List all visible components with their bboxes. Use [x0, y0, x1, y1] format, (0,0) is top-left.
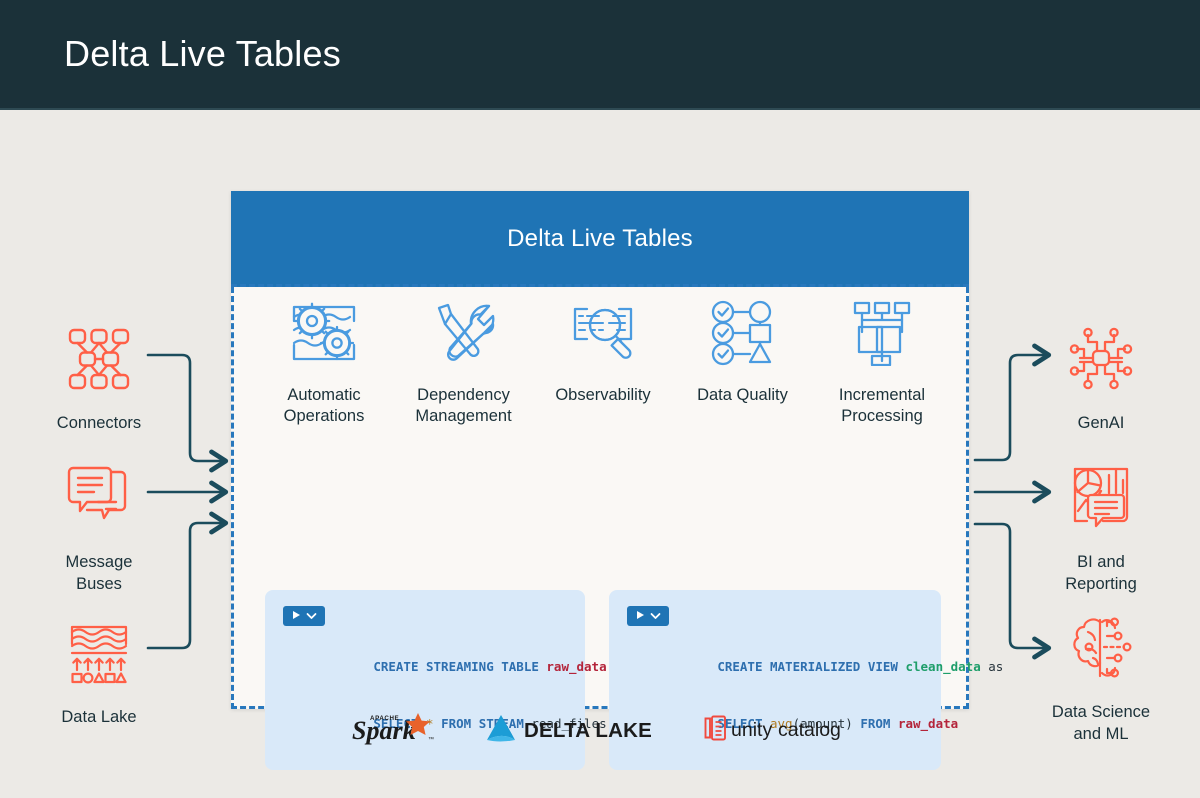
feature-automatic-operations[interactable]: Automatic Operations — [258, 297, 390, 427]
svg-text:catalog: catalog — [778, 719, 841, 741]
screwdriver-wrench-icon — [431, 297, 497, 369]
input-node-data-lake[interactable]: Data Lake — [24, 610, 174, 728]
delta-live-tables-panel: Delta Live Tables — [231, 191, 969, 709]
feature-observability[interactable]: Observability — [537, 297, 669, 427]
feature-row: Automatic Operations Dependency Manageme… — [234, 297, 972, 427]
input-node-connectors[interactable]: Connectors — [24, 316, 174, 434]
run-button-1[interactable] — [283, 606, 325, 626]
data-lake-waves-icon — [65, 610, 133, 696]
play-icon — [292, 607, 301, 625]
output-label-bi-reporting: BI and Reporting — [1065, 551, 1137, 595]
svg-text:™: ™ — [428, 736, 434, 743]
genai-chip-icon — [1066, 316, 1136, 402]
connectors-network-icon — [65, 316, 133, 402]
output-label-data-science-ml: Data Science and ML — [1052, 701, 1150, 745]
page-header: Delta Live Tables — [0, 0, 1200, 110]
apache-spark-logo: Spark APACHE ™ — [352, 711, 438, 745]
diagram-canvas: Delta Live Tables — [0, 0, 1200, 798]
magnifier-log-icon — [569, 297, 637, 369]
chevron-down-icon — [306, 607, 317, 625]
feature-label: Dependency Management — [415, 385, 511, 427]
panel-title: Delta Live Tables — [507, 225, 693, 253]
feature-data-quality[interactable]: Data Quality — [677, 297, 809, 427]
feature-label: Automatic Operations — [284, 385, 365, 427]
gears-waves-icon — [289, 297, 359, 369]
unity-catalog-logo: unity catalog — [702, 713, 854, 743]
input-label-message-buses: Message Buses — [66, 551, 133, 595]
output-label-genai: GenAI — [1078, 412, 1125, 434]
bi-reporting-icon — [1065, 455, 1137, 541]
panel-body: Automatic Operations Dependency Manageme… — [231, 287, 969, 709]
chevron-down-icon — [650, 607, 661, 625]
feature-label: Incremental Processing — [839, 385, 925, 427]
output-node-bi-reporting[interactable]: BI and Reporting — [1026, 455, 1176, 595]
page-title: Delta Live Tables — [64, 33, 341, 75]
play-icon — [636, 607, 645, 625]
panel-header: Delta Live Tables — [231, 191, 969, 287]
svg-text:DELTA LAKE: DELTA LAKE — [524, 719, 652, 742]
feature-incremental-processing[interactable]: Incremental Processing — [816, 297, 948, 427]
feature-dependency-management[interactable]: Dependency Management — [398, 297, 530, 427]
delta-lake-logo: DELTA LAKE — [484, 712, 656, 744]
logo-row: Spark APACHE ™ DELTA LAKE — [234, 711, 972, 745]
input-node-message-buses[interactable]: Message Buses — [24, 455, 174, 595]
run-button-2[interactable] — [627, 606, 669, 626]
output-node-data-science-ml[interactable]: Data Science and ML — [1026, 605, 1176, 745]
svg-text:unity: unity — [731, 719, 772, 741]
brain-ml-icon — [1066, 605, 1136, 691]
checks-flow-icon — [710, 297, 776, 369]
svg-text:APACHE: APACHE — [370, 715, 399, 722]
output-node-genai[interactable]: GenAI — [1026, 316, 1176, 434]
message-bubbles-icon — [65, 455, 133, 541]
incremental-nodes-icon — [852, 297, 912, 369]
code-line: CREATE MATERIALIZED VIEW clean_data as — [627, 638, 923, 695]
input-label-data-lake: Data Lake — [61, 706, 136, 728]
code-line: CREATE STREAMING TABLE raw_data as — [283, 638, 567, 695]
input-label-connectors: Connectors — [57, 412, 141, 434]
feature-label: Data Quality — [697, 385, 788, 406]
feature-label: Observability — [555, 385, 650, 406]
